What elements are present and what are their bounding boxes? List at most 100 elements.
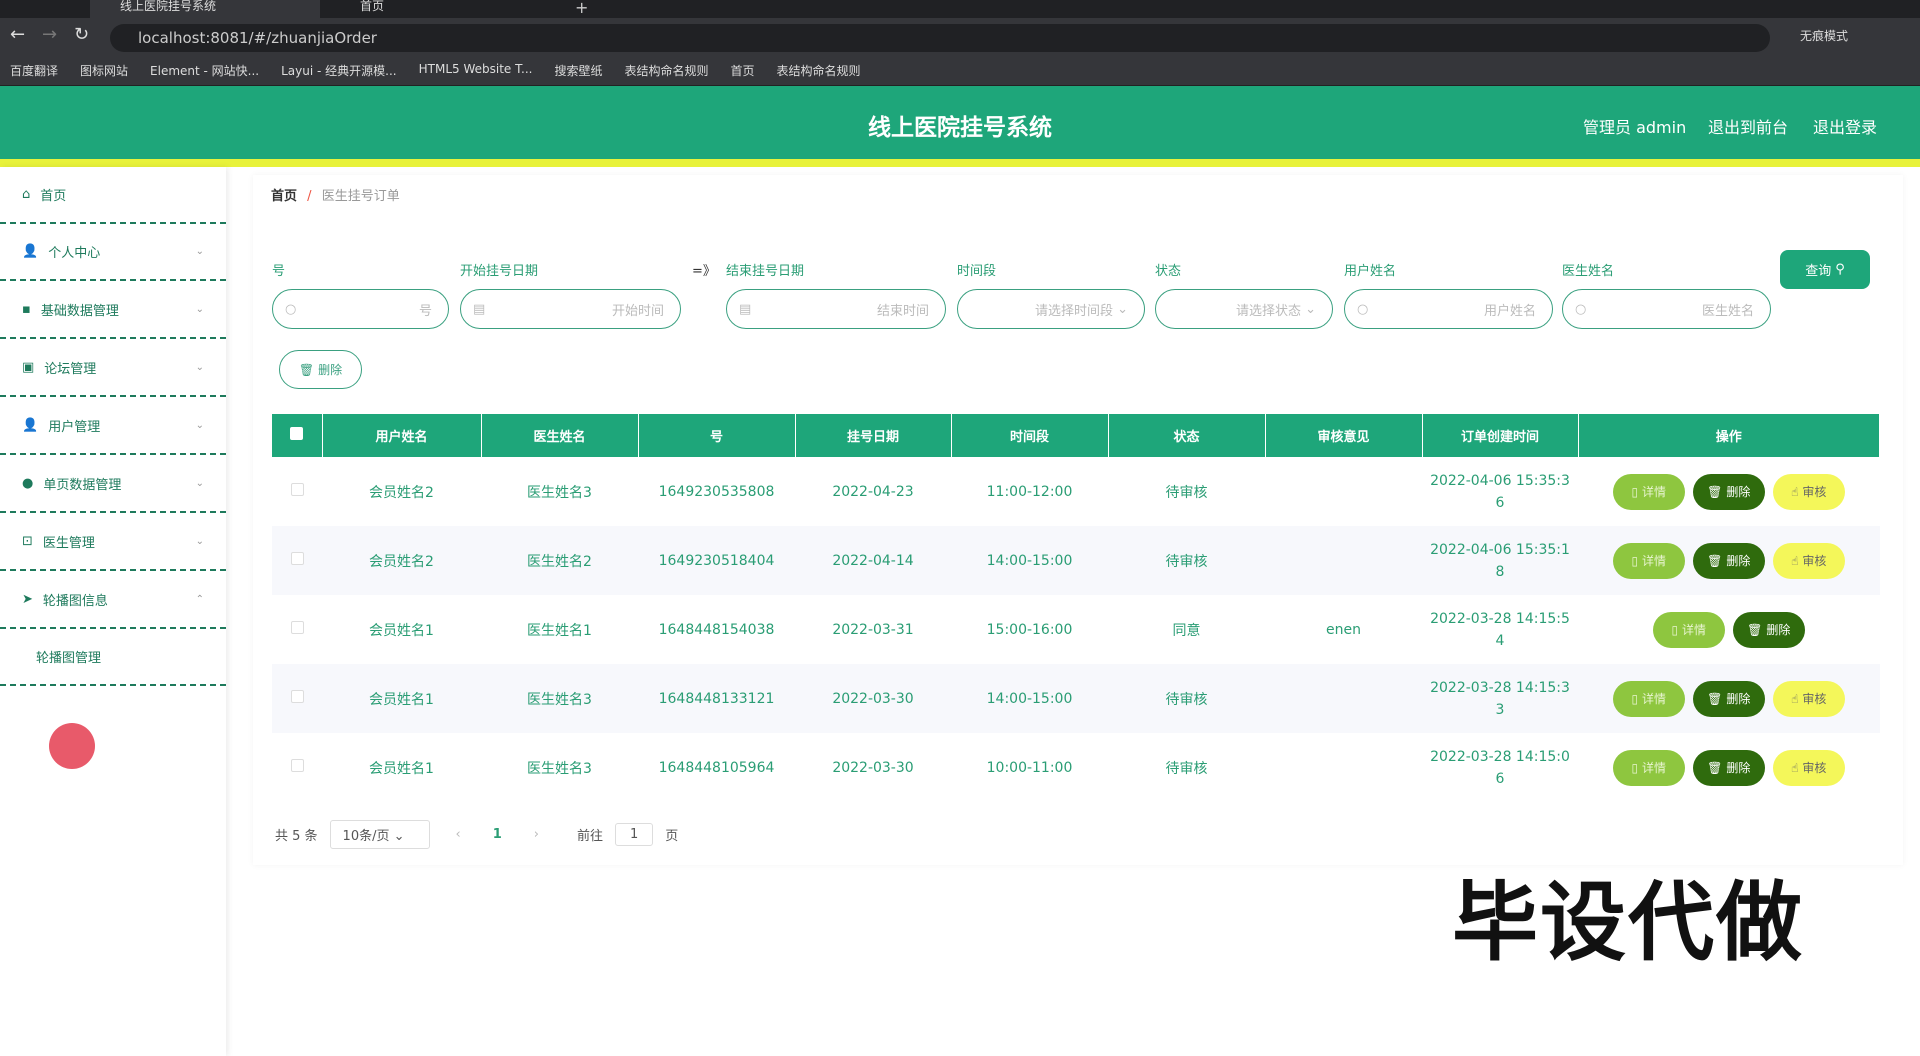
select-all-checkbox[interactable] — [272, 414, 323, 457]
page-number[interactable]: 1 — [493, 827, 502, 842]
status-select[interactable]: 请选择状态 ⌄ — [1155, 289, 1333, 329]
row-checkbox[interactable] — [272, 733, 322, 802]
logout-link[interactable]: 退出登录 — [1813, 114, 1877, 138]
goto-input[interactable]: 1 — [615, 823, 654, 846]
cell-text: 会员姓名1 — [369, 622, 434, 639]
forward-icon[interactable]: → — [42, 24, 57, 45]
cell-text: 2022-03-31 — [832, 621, 914, 638]
home-icon: ⌂ — [22, 187, 31, 202]
prev-page-icon[interactable]: ‹ — [456, 827, 461, 842]
slot-select[interactable]: 请选择时间段 ⌄ — [957, 289, 1145, 329]
calendar-icon: ▤ — [739, 301, 752, 317]
bookmark[interactable]: 搜索壁纸 — [554, 62, 602, 79]
table-cell: 2022-04-14 — [795, 526, 951, 595]
table-cell: 2022-03-28 14:15:54 — [1422, 595, 1578, 664]
review-button[interactable]: ☝ 审核 — [1772, 473, 1845, 510]
detail-button[interactable]: ▯ 详情 — [1612, 473, 1685, 510]
row-checkbox[interactable] — [272, 664, 322, 733]
bookmark[interactable]: 图标网站 — [80, 62, 128, 79]
bookmark[interactable]: HTML5 Website T... — [419, 62, 533, 79]
created-time: 2022-04-06 15:35:36 — [1430, 472, 1570, 511]
bookmark[interactable]: 表结构命名规则 — [624, 62, 708, 79]
bookmark[interactable]: 表结构命名规则 — [777, 62, 861, 79]
admin-label: 管理员 admin — [1583, 118, 1687, 137]
start-date-input[interactable]: ▤ 开始时间 — [460, 289, 681, 329]
trash-icon: 🗑 — [1707, 691, 1723, 706]
bookmark[interactable]: Element - 网站快... — [150, 62, 259, 79]
review-button[interactable]: ☝ 审核 — [1772, 542, 1845, 579]
review-button[interactable]: ☝ 审核 — [1772, 749, 1845, 786]
start-date-label: 开始挂号日期 — [460, 264, 539, 279]
crop-icon: ⊡ — [22, 534, 33, 549]
end-date-input[interactable]: ▤ 结束时间 — [726, 289, 946, 329]
sidebar-item-forum[interactable]: ▣ 论坛管理 ⌄ — [0, 340, 226, 397]
row-checkbox[interactable] — [272, 595, 322, 664]
trash-icon: 🗑 — [298, 362, 315, 377]
url-input[interactable]: localhost:8081/#/zhuanjiaOrder — [110, 24, 1770, 52]
delete-button[interactable]: 🗑 删除 — [1692, 680, 1765, 717]
sidebar-item-profile[interactable]: 👤 个人中心 ⌄ — [0, 224, 226, 281]
bookmark[interactable]: 百度翻译 — [10, 62, 58, 79]
query-button[interactable]: 查询 ⚲ — [1780, 250, 1870, 289]
table-row: 会员姓名1 医生姓名1 1648448154038 2022-03-31 15:00-1… — [272, 595, 1880, 664]
slot-label: 时间段 — [957, 264, 997, 279]
new-tab-button[interactable]: + — [575, 0, 588, 17]
delete-button[interactable]: 🗑 删除 — [1732, 611, 1805, 648]
search-icon: ○ — [1575, 301, 1587, 317]
back-icon[interactable]: ← — [10, 24, 25, 45]
page-unit: 页 — [665, 829, 679, 844]
total-count: 共 5 条 — [275, 829, 318, 844]
detail-button[interactable]: ▯ 详情 — [1612, 542, 1685, 579]
col-header: 审核意见 — [1265, 414, 1423, 457]
cell-text: 会员姓名1 — [369, 691, 434, 708]
chevron-down-icon: ⌄ — [1112, 301, 1128, 317]
table-cell: 医生姓名1 — [481, 595, 638, 664]
cell-text: 医生姓名2 — [527, 553, 592, 570]
no-input[interactable]: ○ 号 — [272, 289, 449, 329]
user-name-input[interactable]: ○ 用户姓名 — [1344, 289, 1553, 329]
cell-text: 待审核 — [1165, 760, 1208, 777]
detail-button[interactable]: ▯ 详情 — [1652, 611, 1725, 648]
delete-button[interactable]: 🗑 删除 — [1692, 749, 1765, 786]
table-cell: 医生姓名2 — [481, 526, 638, 595]
cell-text: 1648448105964 — [658, 759, 775, 776]
page-size-select[interactable]: 10条/页 ⌄ — [329, 820, 430, 849]
watermark: 毕设代做 — [1452, 873, 1804, 973]
cell-text: 会员姓名2 — [369, 553, 434, 570]
exit-to-front-link[interactable]: 退出到前台 — [1708, 114, 1788, 138]
sidebar-subitem-carousel-manage[interactable]: 轮播图管理 — [0, 629, 226, 686]
actions-cell: ▯ 详情 🗑 删除 ☝ 审核 — [1578, 664, 1880, 733]
sidebar-item-carousel[interactable]: ➤ 轮播图信息 ⌃ — [0, 572, 226, 629]
search-icon: ⚲ — [1835, 262, 1845, 277]
profile-label[interactable]: 无痕模式 — [1800, 27, 1848, 44]
review-button[interactable]: ☝ 审核 — [1772, 680, 1845, 717]
cell-text: 待审核 — [1165, 484, 1208, 501]
batch-delete-button[interactable]: 🗑 删除 — [279, 350, 362, 389]
next-page-icon[interactable]: › — [534, 827, 539, 842]
row-checkbox[interactable] — [272, 526, 322, 595]
sidebar-item-basic-data[interactable]: ▪ 基础数据管理 ⌄ — [0, 282, 226, 339]
sidebar-item-doctors[interactable]: ⊡ 医生管理 ⌄ — [0, 514, 226, 571]
row-checkbox[interactable] — [272, 457, 322, 526]
col-header: 用户姓名 — [322, 414, 482, 457]
pagination: 共 5 条 10条/页 ⌄ ‹ 1 › 前往 1 页 — [275, 820, 678, 849]
cell-text: 待审核 — [1165, 691, 1208, 708]
table-cell: 待审核 — [1108, 733, 1265, 802]
table-cell: 2022-03-30 — [795, 664, 951, 733]
detail-button[interactable]: ▯ 详情 — [1612, 749, 1685, 786]
breadcrumb-home[interactable]: 首页 — [271, 189, 297, 204]
chevron-down-icon: ⌄ — [195, 362, 204, 373]
sidebar-item-home[interactable]: ⌂ 首页 — [0, 167, 226, 224]
browser-tab[interactable]: 首页 — [330, 0, 560, 18]
sidebar-item-users[interactable]: 👤 用户管理 ⌄ — [0, 398, 226, 455]
trash-icon: 🗑 — [1707, 760, 1723, 775]
browser-tab[interactable]: 线上医院挂号系统 — [90, 0, 320, 18]
detail-button[interactable]: ▯ 详情 — [1612, 680, 1685, 717]
doctor-name-input[interactable]: ○ 医生姓名 — [1562, 289, 1771, 329]
sidebar-item-single-page[interactable]: ● 单页数据管理 ⌄ — [0, 456, 226, 513]
bookmark[interactable]: Layui - 经典开源模... — [281, 62, 396, 79]
delete-button[interactable]: 🗑 删除 — [1692, 542, 1765, 579]
bookmark[interactable]: 首页 — [730, 62, 754, 79]
delete-button[interactable]: 🗑 删除 — [1692, 473, 1765, 510]
reload-icon[interactable]: ↻ — [74, 24, 89, 45]
